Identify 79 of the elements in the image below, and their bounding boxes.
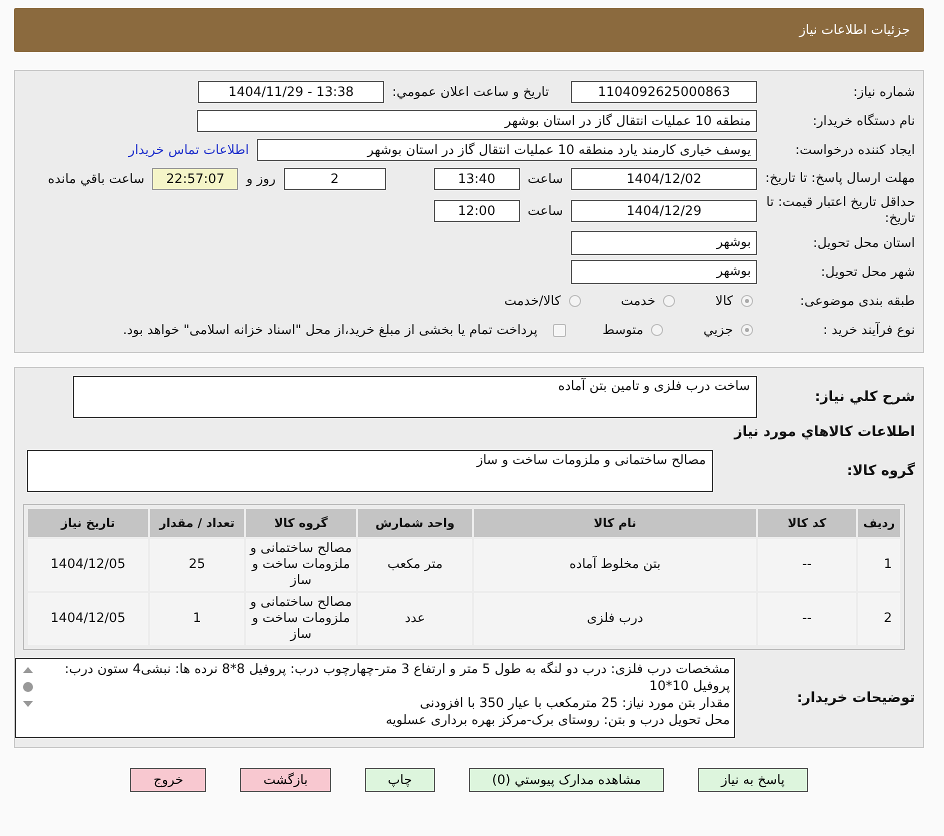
- page-title: جزئیات اطلاعات نیاز: [799, 22, 910, 38]
- radio-label: جزيي: [703, 322, 733, 338]
- radio-label: متوسط: [602, 322, 644, 338]
- field-label: طبقه بندی موضوعی:: [798, 292, 915, 310]
- action-button[interactable]: بازگشت: [240, 768, 331, 792]
- need-number-field[interactable]: 1104092625000863: [571, 81, 757, 103]
- column-header: تعداد / مقدار: [150, 509, 244, 537]
- radio-button[interactable]: [663, 295, 676, 307]
- scrollbar-icon[interactable]: [20, 665, 36, 709]
- field-label: توضیحات خریدار:: [796, 690, 915, 706]
- time-label: ساعت: [528, 172, 563, 186]
- province-field[interactable]: بوشهر: [571, 231, 757, 255]
- action-button[interactable]: چاپ: [364, 768, 435, 792]
- days-field[interactable]: 2: [284, 168, 386, 190]
- goods-group-text: مصالح ساختمانی و ملزومات ساخت و ساز: [476, 453, 706, 468]
- table-cell: درب فلزی: [474, 593, 756, 645]
- field-label: مهلت ارسال پاسخ: تا تاریخ:: [765, 171, 915, 187]
- table-cell: 1404/12/05: [28, 539, 148, 591]
- radio-label: کالا: [715, 294, 733, 308]
- table-cell: متر مکعب: [358, 539, 472, 591]
- buyer-notes-text-area[interactable]: [15, 658, 735, 738]
- notes-line: مشخصات درب فلزی: درب دو لنگه به طول 5 متر و ارتفاع 3 متر-چهارچوب درب: پروفیل 8*8 نرده ها: نبشی4 ستون درب: پروفیل 10*10: [64, 661, 730, 695]
- radio-button[interactable]: [651, 324, 664, 336]
- column-header: کد کالا: [758, 509, 856, 537]
- field-label: شرح كلي نیاز:: [814, 388, 915, 406]
- time-label: ساعت: [528, 204, 563, 218]
- city-field[interactable]: بوشهر: [571, 260, 757, 284]
- radio-button[interactable]: [741, 324, 753, 336]
- column-header: ردیف: [858, 509, 900, 537]
- table-cell: --: [758, 539, 856, 591]
- action-button[interactable]: مشاهده مدارک پیوستي (0): [469, 768, 664, 792]
- radio-label: کالا/خدمت: [504, 294, 561, 308]
- remaining-label: ساعت باقي مانده: [48, 172, 144, 186]
- field-label: ایجاد کننده درخواست:: [794, 142, 915, 158]
- notes-line: مقدار بتن مورد نیاز: 25 مترمکعب با عیار 350 با افزودنی: [418, 695, 730, 712]
- goods-group-text-area[interactable]: مصالح ساختمانی و ملزومات ساخت و ساز: [27, 450, 713, 492]
- table-cell: 1404/12/05: [28, 593, 148, 645]
- checkbox[interactable]: [553, 324, 566, 336]
- field-label: شماره نیاز:: [852, 84, 915, 100]
- buyer-contact-link[interactable]: اطلاعات تماس خریدار: [128, 142, 249, 158]
- table-cell: عدد: [358, 593, 472, 645]
- table-cell: بتن مخلوط آماده: [474, 539, 756, 591]
- column-header: واحد شمارش: [358, 509, 472, 537]
- remaining-time-field: 22:57:07: [152, 168, 238, 190]
- action-button[interactable]: پاسخ به نیاز: [698, 768, 808, 792]
- notes-line: محل تحویل درب و بتن: روستای برک-مرکز بهره برداری عسلویه: [384, 712, 730, 729]
- table-cell: 25: [150, 539, 244, 591]
- summary-text-area[interactable]: ساخت درب فلزی و تامین بتن آماده: [73, 376, 757, 418]
- action-button[interactable]: خروج: [130, 768, 206, 792]
- field-label: تاریخ و ساعت اعلان عمومي:: [392, 84, 549, 100]
- validity-date-field[interactable]: 1404/12/29: [571, 200, 757, 222]
- table-cell: مصالح ساختمانی و ملزومات ساخت و ساز: [246, 539, 356, 591]
- validity-time-field[interactable]: 12:00: [434, 200, 520, 222]
- field-label: نام دستگاه خریدار:: [812, 112, 915, 130]
- table-cell: 2: [858, 593, 900, 645]
- field-label: نوع فرآیند خرید :: [822, 322, 915, 338]
- column-header: نام کالا: [474, 509, 756, 537]
- field-label: حداقل تاریخ اعتبار قیمت: تا تاریخ:: [765, 195, 915, 227]
- column-header: گروه کالا: [246, 509, 356, 537]
- radio-button[interactable]: [568, 295, 581, 307]
- column-header: تاریخ نیاز: [28, 509, 148, 537]
- summary-text: ساخت درب فلزی و تامین بتن آماده: [558, 379, 750, 394]
- radio-label: خدمت: [620, 294, 656, 308]
- announce-date-field[interactable]: 1404/11/29 - 13:38: [198, 81, 384, 103]
- deadline-time-field[interactable]: 13:40: [434, 168, 520, 190]
- section-heading: اطلاعات كالاهاي مورد نياز: [732, 424, 915, 440]
- field-label: استان محل تحویل:: [812, 234, 915, 252]
- table-cell: --: [758, 593, 856, 645]
- table-cell: 1: [858, 539, 900, 591]
- table-cell: 1: [150, 593, 244, 645]
- radio-button[interactable]: [741, 295, 753, 307]
- checkbox-label: پرداخت تمام یا بخشی از مبلغ خرید،از محل "اسناد خزانه اسلامی" خواهد بود.: [122, 322, 538, 338]
- field-label: شهر محل تحویل:: [820, 264, 915, 280]
- field-label: گروه کالا:: [846, 462, 915, 480]
- table-cell: مصالح ساختمانی و ملزومات ساخت و ساز: [246, 593, 356, 645]
- days-label: روز و: [246, 172, 276, 186]
- deadline-date-field[interactable]: 1404/12/02: [571, 168, 757, 190]
- buyer-org-field[interactable]: منطقه 10 عملیات انتقال گاز در استان بوشهر: [197, 110, 757, 132]
- requester-field[interactable]: یوسف خیاری کارمند یارد منطقه 10 عملیات انتقال گاز در استان بوشهر: [257, 139, 757, 161]
